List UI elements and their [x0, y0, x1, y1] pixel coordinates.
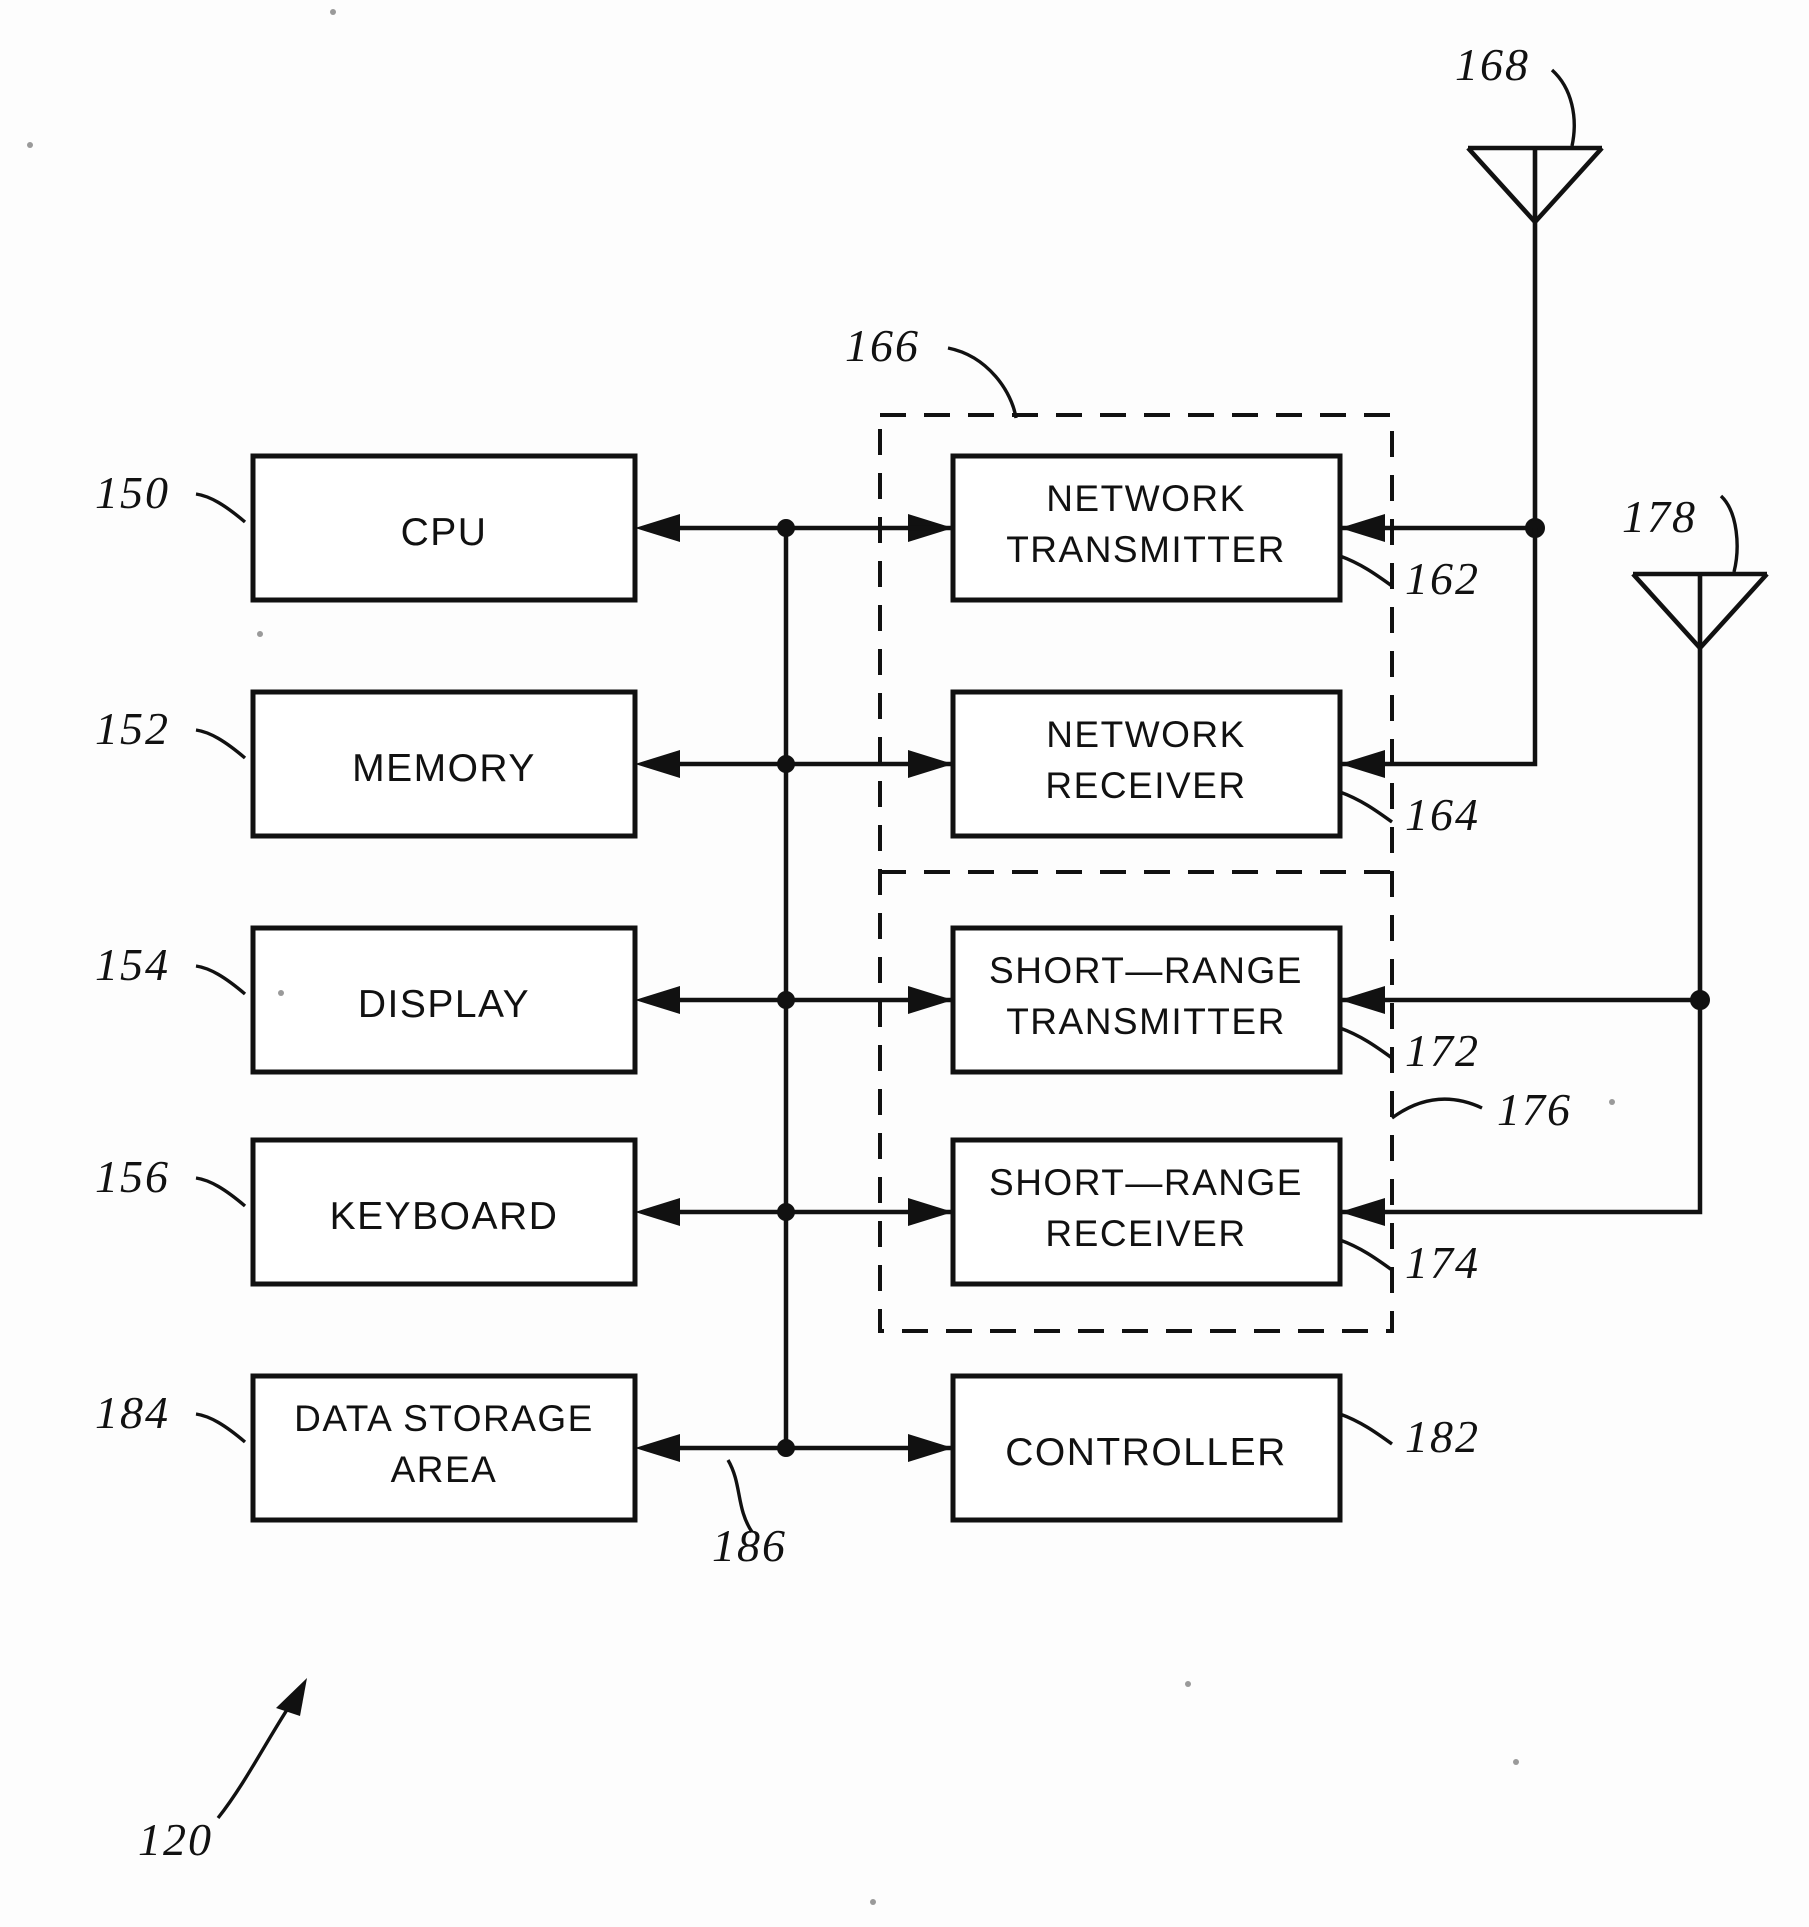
network-transmitter-label-line2: TRANSMITTER: [1006, 529, 1286, 570]
arrow-into-network-receiver-rf: [1340, 750, 1385, 778]
arrow-into-display: [635, 986, 680, 1014]
arrow-into-network-transmitter-rf: [1340, 514, 1385, 542]
ref-178: 178: [1622, 491, 1697, 542]
block-short-range-receiver: SHORT—RANGE RECEIVER: [950, 1137, 1343, 1287]
figure-canvas: CPU MEMORY DISPLAY KEYBOARD DATA STORAGE…: [27, 9, 1769, 1905]
block-controller: CONTROLLER: [950, 1373, 1343, 1523]
leader-164: [1339, 790, 1393, 824]
leader-150: [195, 492, 247, 524]
leader-152: [195, 728, 247, 760]
arrow-into-short-range-receiver: [908, 1198, 953, 1226]
ref-168: 168: [1455, 39, 1530, 90]
block-data-storage: DATA STORAGE AREA: [250, 1373, 638, 1523]
ref-154: 154: [95, 939, 170, 990]
scan-speck: [1513, 1759, 1519, 1765]
short-range-antenna-right-arm: [1698, 572, 1769, 650]
block-short-range-transmitter: SHORT—RANGE TRANSMITTER: [950, 925, 1343, 1075]
bus-node-cpu: [777, 519, 795, 537]
leader-154: [195, 964, 247, 996]
block-keyboard: KEYBOARD: [250, 1137, 638, 1287]
bus-node-display: [777, 991, 795, 1009]
short-range-antenna-left-arm: [1631, 572, 1702, 650]
arrow-into-network-receiver: [908, 750, 953, 778]
short-range-transmitter-label-line2: TRANSMITTER: [1006, 1001, 1286, 1042]
ref-120: 120: [138, 1814, 213, 1865]
scan-speck: [1185, 1681, 1191, 1687]
block-memory: MEMORY: [250, 689, 638, 839]
ref-164: 164: [1405, 789, 1480, 840]
leader-156: [195, 1176, 247, 1208]
display-label: DISPLAY: [358, 983, 530, 1026]
arrow-into-cpu: [635, 514, 680, 542]
leader-162: [1339, 554, 1393, 588]
block-network-receiver: NETWORK RECEIVER: [950, 689, 1343, 839]
data-storage-label-line2: AREA: [391, 1449, 498, 1490]
bus-node-controller: [777, 1439, 795, 1457]
short-range-receiver-label-line2: RECEIVER: [1045, 1213, 1246, 1254]
ref-152: 152: [95, 703, 170, 754]
arrow-into-data-storage: [635, 1434, 680, 1462]
arrow-120: [276, 1678, 307, 1716]
short-range-transmitter-label-line1: SHORT—RANGE: [989, 950, 1303, 991]
arrow-into-controller: [908, 1434, 953, 1462]
ref-156: 156: [95, 1151, 170, 1202]
arrow-into-short-range-transmitter-rf: [1340, 986, 1385, 1014]
scan-speck: [870, 1899, 876, 1905]
scan-speck: [330, 9, 336, 15]
ref-184: 184: [95, 1387, 170, 1438]
network-antenna-left-arm: [1466, 146, 1537, 224]
block-display: DISPLAY: [250, 925, 638, 1075]
cpu-label: CPU: [401, 511, 488, 554]
network-receiver-label-line1: NETWORK: [1046, 714, 1246, 755]
scan-speck: [1609, 1099, 1615, 1105]
ref-162: 162: [1405, 553, 1480, 604]
controller-label: CONTROLLER: [1005, 1431, 1287, 1474]
data-storage-label-line1: DATA STORAGE: [294, 1398, 594, 1439]
network-receiver-label-line2: RECEIVER: [1045, 765, 1246, 806]
arrow-into-keyboard: [635, 1198, 680, 1226]
scan-speck: [27, 142, 33, 148]
arrow-into-short-range-receiver-rf: [1340, 1198, 1385, 1226]
leader-184: [195, 1412, 247, 1444]
arrow-into-memory: [635, 750, 680, 778]
block-cpu: CPU: [250, 453, 638, 603]
ref-166: 166: [845, 320, 920, 371]
scan-speck: [257, 631, 263, 637]
patent-figure: CPU MEMORY DISPLAY KEYBOARD DATA STORAGE…: [0, 0, 1809, 1927]
leader-166: [947, 346, 1018, 419]
ref-182: 182: [1405, 1411, 1480, 1462]
block-network-transmitter: NETWORK TRANSMITTER: [950, 453, 1343, 603]
ref-172: 172: [1405, 1025, 1480, 1076]
network-antenna: [1466, 145, 1604, 528]
scan-speck: [278, 990, 284, 996]
arrow-into-short-range-transmitter: [908, 986, 953, 1014]
leader-178: [1719, 494, 1739, 573]
memory-label: MEMORY: [352, 747, 536, 790]
ref-150: 150: [95, 467, 170, 518]
bus-node-memory: [777, 755, 795, 773]
bus-node-keyboard: [777, 1203, 795, 1221]
short-range-receiver-label-line1: SHORT—RANGE: [989, 1162, 1303, 1203]
leader-182: [1339, 1412, 1393, 1446]
keyboard-label: KEYBOARD: [330, 1195, 559, 1238]
ref-176: 176: [1497, 1084, 1572, 1135]
network-antenna-right-arm: [1533, 146, 1604, 224]
leader-174: [1339, 1238, 1393, 1272]
short-range-antenna: [1631, 571, 1769, 1000]
leader-168: [1550, 68, 1576, 147]
leader-176: [1390, 1097, 1483, 1120]
leader-172: [1339, 1026, 1393, 1060]
network-transmitter-label-line1: NETWORK: [1046, 478, 1246, 519]
ref-174: 174: [1405, 1237, 1480, 1288]
